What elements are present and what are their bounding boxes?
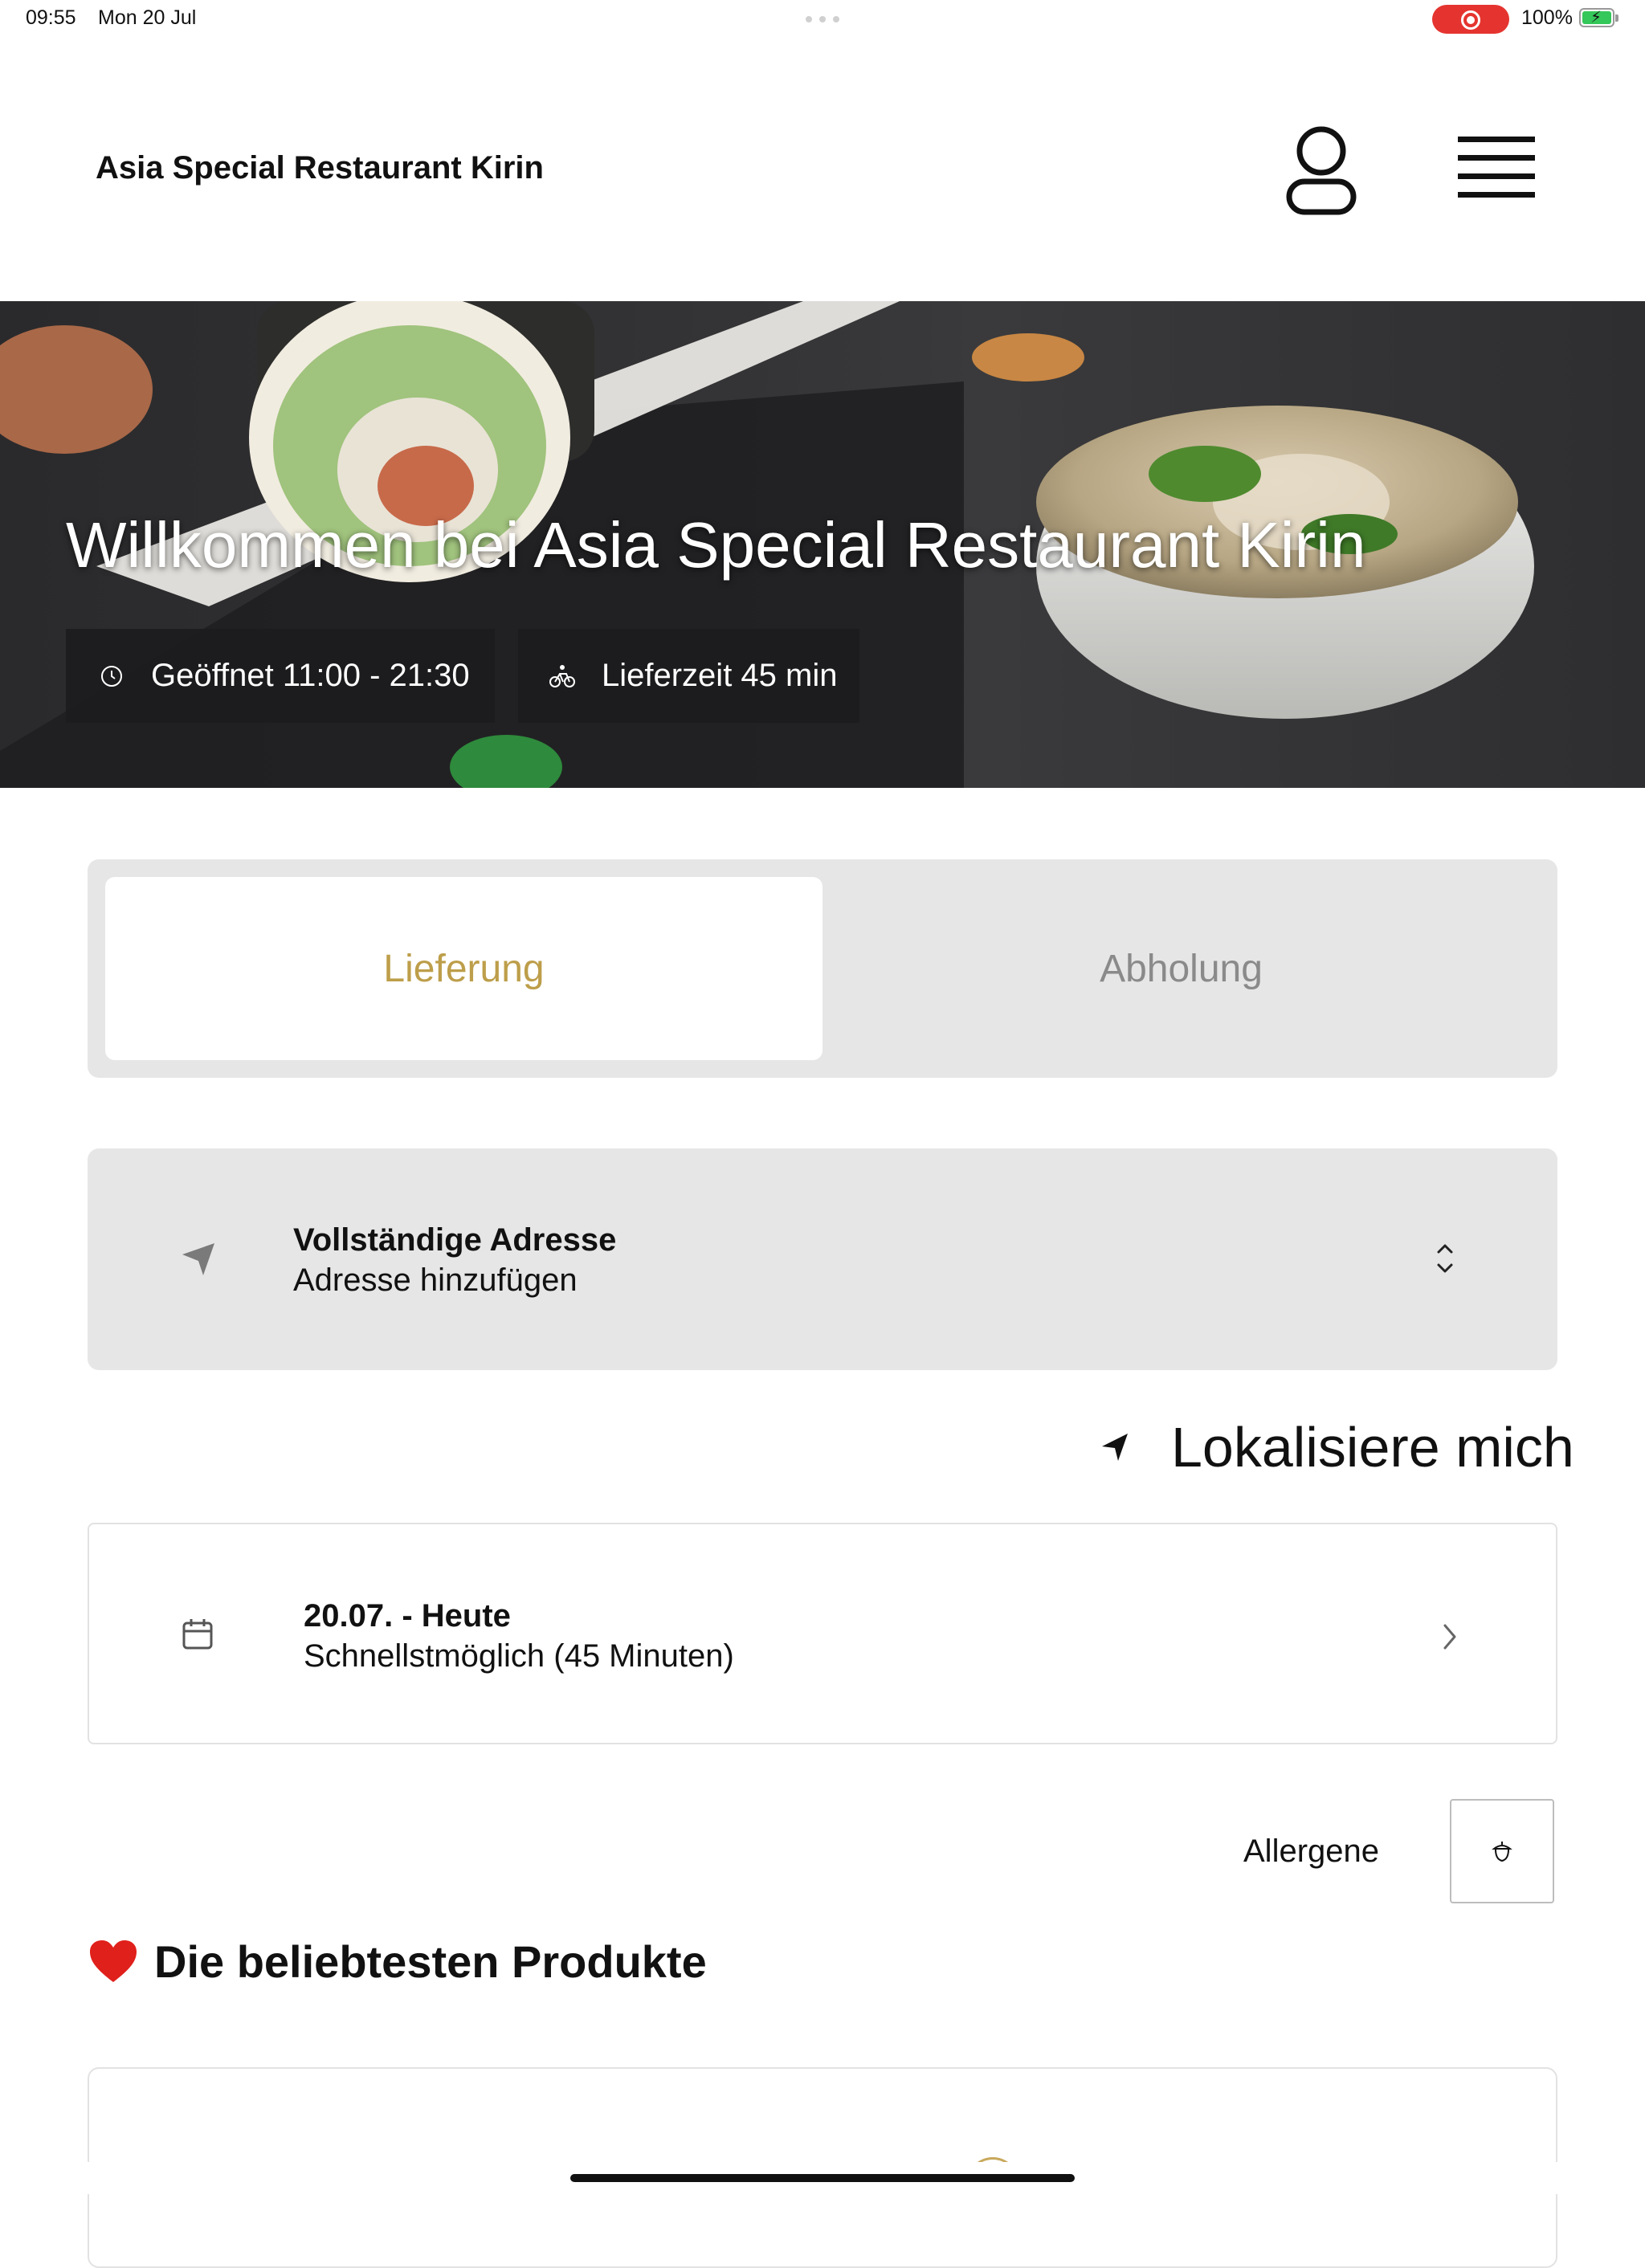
status-time: 09:55	[26, 6, 76, 29]
restaurant-name[interactable]: Asia Special Restaurant Kirin	[96, 150, 544, 186]
user-account-button[interactable]	[1281, 120, 1361, 217]
schedule-value: Schnellstmöglich (45 Minuten)	[304, 1638, 734, 1674]
acorn-icon	[1492, 1842, 1512, 1862]
heart-icon	[90, 1940, 137, 1982]
chevron-up-down-icon	[1437, 1244, 1453, 1273]
hero-banner: Willkommen bei Asia Special Restaurant K…	[0, 301, 1645, 788]
user-icon	[1286, 126, 1357, 215]
chevron-right-icon	[1443, 1624, 1456, 1650]
opening-hours-badge: Geöffnet 11:00 - 21:30	[66, 629, 495, 723]
battery-icon: ⚡	[1579, 8, 1618, 27]
schedule-title: 20.07. - Heute	[304, 1598, 511, 1634]
address-selector[interactable]: Vollständige Adresse Adresse hinzufügen	[88, 1148, 1557, 1370]
screen-recording-icon[interactable]	[1432, 5, 1509, 34]
locate-me-label: Lokalisiere mich	[1171, 1416, 1574, 1479]
address-title: Vollständige Adresse	[293, 1222, 617, 1258]
home-indicator[interactable]	[570, 2174, 1075, 2182]
welcome-title: Willkommen bei Asia Special Restaurant K…	[66, 509, 1366, 581]
menu-line	[1458, 137, 1535, 142]
multitasking-dots-icon[interactable]	[806, 16, 839, 22]
locate-me-button[interactable]: Lokalisiere mich	[1100, 1415, 1574, 1479]
delivery-time-badge: Lieferzeit 45 min	[518, 629, 859, 723]
tab-delivery[interactable]: Lieferung	[105, 877, 822, 1060]
order-mode-tabs: Lieferung Abholung	[88, 859, 1557, 1078]
battery-percentage: 100%	[1521, 6, 1573, 29]
status-bar: 09:55 Mon 20 Jul 100% ⚡	[0, 0, 1645, 39]
popular-products-heading: Die beliebtesten Produkte	[88, 1936, 707, 1988]
tab-pickup[interactable]: Abholung	[822, 877, 1540, 1060]
location-arrow-icon	[182, 1243, 214, 1275]
address-value: Adresse hinzufügen	[293, 1262, 578, 1298]
menu-line	[1458, 155, 1535, 161]
allergens-button[interactable]	[1450, 1799, 1554, 1903]
delivery-time-selector[interactable]: 20.07. - Heute Schnellstmöglich (45 Minu…	[88, 1523, 1557, 1744]
popular-products-title: Die beliebtesten Produkte	[154, 1936, 707, 1987]
delivery-time-text: Lieferzeit 45 min	[602, 658, 838, 693]
bicycle-icon	[549, 663, 576, 690]
menu-line	[1458, 173, 1535, 179]
calendar-icon	[182, 1619, 213, 1650]
hamburger-menu-button[interactable]	[1454, 133, 1535, 206]
allergens-label: Allergene	[1243, 1834, 1380, 1869]
clock-icon	[98, 663, 125, 690]
status-date: Mon 20 Jul	[98, 6, 197, 29]
opening-hours-text: Geöffnet 11:00 - 21:30	[151, 658, 470, 693]
menu-line	[1458, 192, 1535, 198]
location-arrow-icon	[1102, 1434, 1128, 1461]
